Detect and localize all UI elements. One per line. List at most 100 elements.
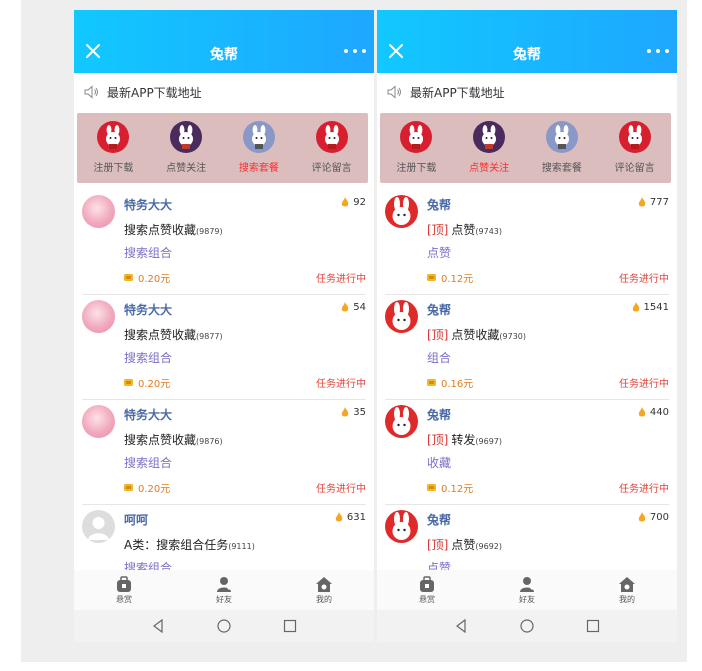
publisher-name: 兔帮: [427, 303, 452, 317]
task-kind: 收藏: [427, 456, 452, 470]
quick-action-label: 点赞关注: [166, 163, 207, 174]
more-icon[interactable]: [647, 42, 669, 60]
publisher-name: 特务大大: [124, 303, 173, 317]
task-id: (9730): [499, 332, 526, 341]
heat-count: 92: [341, 197, 366, 208]
avatar: [82, 195, 115, 228]
quick-action-label: 点赞关注: [469, 163, 510, 174]
rabbit-comment-icon: [618, 121, 651, 153]
tab-mine[interactable]: 我的: [597, 576, 657, 605]
task-status: 任务进行中: [316, 484, 366, 495]
publisher-name: 兔帮: [427, 513, 452, 527]
task-status: 任务进行中: [316, 274, 366, 285]
tab-mine[interactable]: 我的: [294, 576, 354, 605]
rabbit-register-icon: [97, 121, 130, 153]
home-circle-icon[interactable]: [520, 619, 534, 633]
task-title: [顶] 点赞收藏(9730): [427, 328, 526, 342]
avatar: [385, 300, 418, 333]
task-title: 搜索点赞收藏(9877): [124, 328, 223, 342]
quick-action-comment[interactable]: 评论留言: [298, 113, 366, 183]
task-reward: 0.20元: [124, 480, 170, 495]
task-reward: 0.12元: [427, 270, 473, 285]
task-item[interactable]: 兔帮 1541 [顶] 点赞收藏(9730) 组合 0.16元 任务进行中: [385, 295, 669, 400]
task-kind: 点赞: [427, 246, 452, 260]
publisher-name: 特务大大: [124, 198, 173, 212]
coin-icon: [124, 484, 133, 491]
task-status: 任务进行中: [619, 379, 669, 390]
recents-square-icon[interactable]: [586, 619, 600, 633]
task-reward: 0.20元: [124, 270, 170, 285]
task-item[interactable]: 呵呵 631 A类：搜索组合任务(9111) 搜索组合: [82, 505, 366, 570]
rabbit-like-icon: [473, 121, 506, 153]
quick-action-comment[interactable]: 评论留言: [601, 113, 669, 183]
home-icon: [619, 576, 635, 592]
coin-icon: [124, 379, 133, 386]
back-triangle-icon[interactable]: [151, 619, 165, 633]
app-header: 兔帮: [74, 10, 374, 73]
heat-count: 700: [638, 512, 669, 523]
heat-count: 777: [638, 197, 669, 208]
tab-friends[interactable]: 好友: [194, 576, 254, 605]
tab-friends[interactable]: 好友: [497, 576, 557, 605]
avatar: [385, 195, 418, 228]
pinned-tag: [顶]: [427, 538, 449, 552]
pinned-tag: [顶]: [427, 223, 449, 237]
home-circle-icon[interactable]: [217, 619, 231, 633]
phone-screen-left: 兔帮 最新APP下载地址 注册下载 点赞关注 搜索套餐 评论留言 特务大大 92…: [74, 10, 374, 642]
task-status: 任务进行中: [619, 274, 669, 285]
task-item[interactable]: 特务大大 92 搜索点赞收藏(9879) 搜索组合 0.20元 任务进行中: [82, 190, 366, 295]
task-status: 任务进行中: [619, 484, 669, 495]
notice-bar[interactable]: 最新APP下载地址: [74, 73, 374, 111]
recents-square-icon[interactable]: [283, 619, 297, 633]
task-kind: 搜索组合: [124, 561, 173, 570]
quick-action-search[interactable]: 搜索套餐: [528, 113, 596, 183]
flame-icon: [342, 197, 349, 207]
quick-action-like[interactable]: 点赞关注: [152, 113, 220, 183]
speaker-icon: [387, 85, 401, 99]
task-item[interactable]: 特务大大 54 搜索点赞收藏(9877) 搜索组合 0.20元 任务进行中: [82, 295, 366, 400]
quick-action-search[interactable]: 搜索套餐: [225, 113, 293, 183]
quick-action-like[interactable]: 点赞关注: [455, 113, 523, 183]
screenshot-background: 兔帮 最新APP下载地址 注册下载 点赞关注 搜索套餐 评论留言 特务大大 92…: [21, 0, 687, 662]
quick-action-register[interactable]: 注册下载: [79, 113, 147, 183]
task-title: [顶] 转发(9697): [427, 433, 502, 447]
avatar: [82, 510, 115, 543]
more-icon[interactable]: [344, 42, 366, 60]
publisher-name: 特务大大: [124, 408, 173, 422]
task-kind: 搜索组合: [124, 246, 173, 260]
task-list: 特务大大 92 搜索点赞收藏(9879) 搜索组合 0.20元 任务进行中 特务…: [74, 190, 374, 570]
quick-action-label: 搜索套餐: [541, 163, 582, 174]
task-reward: 0.12元: [427, 480, 473, 495]
task-item[interactable]: 兔帮 440 [顶] 转发(9697) 收藏 0.12元 任务进行中: [385, 400, 669, 505]
task-item[interactable]: 兔帮 700 [顶] 点赞(9692) 点赞: [385, 505, 669, 570]
tab-reward[interactable]: 悬赏: [397, 575, 457, 605]
coin-icon: [427, 484, 436, 491]
task-id: (9879): [196, 227, 223, 236]
flame-icon: [342, 302, 349, 312]
task-id: (9877): [196, 332, 223, 341]
notice-text: 最新APP下载地址: [107, 85, 202, 100]
flame-icon: [638, 197, 646, 207]
notice-text: 最新APP下载地址: [410, 85, 505, 100]
task-title: [顶] 点赞(9743): [427, 223, 502, 237]
quick-action-bar: 注册下载 点赞关注 搜索套餐 评论留言: [380, 113, 671, 183]
tab-reward[interactable]: 悬赏: [94, 575, 154, 605]
tab-label: 悬赏: [419, 594, 435, 604]
coin-icon: [427, 274, 436, 281]
quick-action-register[interactable]: 注册下载: [382, 113, 450, 183]
task-item[interactable]: 特务大大 35 搜索点赞收藏(9876) 搜索组合 0.20元 任务进行中: [82, 400, 366, 505]
task-title: [顶] 点赞(9692): [427, 538, 502, 552]
publisher-name: 兔帮: [427, 408, 452, 422]
system-nav-bar: [377, 610, 677, 642]
header-title: 兔帮: [513, 47, 541, 63]
tab-label: 我的: [619, 594, 635, 604]
task-item[interactable]: 兔帮 777 [顶] 点赞(9743) 点赞 0.12元 任务进行中: [385, 190, 669, 295]
friends-icon: [217, 576, 231, 592]
quick-action-label: 评论留言: [311, 163, 352, 174]
notice-bar[interactable]: 最新APP下载地址: [377, 73, 677, 111]
back-triangle-icon[interactable]: [454, 619, 468, 633]
quick-action-bar: 注册下载 点赞关注 搜索套餐 评论留言: [77, 113, 368, 183]
heat-count: 35: [341, 407, 366, 418]
task-title: 搜索点赞收藏(9876): [124, 433, 223, 447]
quick-action-label: 注册下载: [93, 163, 134, 174]
